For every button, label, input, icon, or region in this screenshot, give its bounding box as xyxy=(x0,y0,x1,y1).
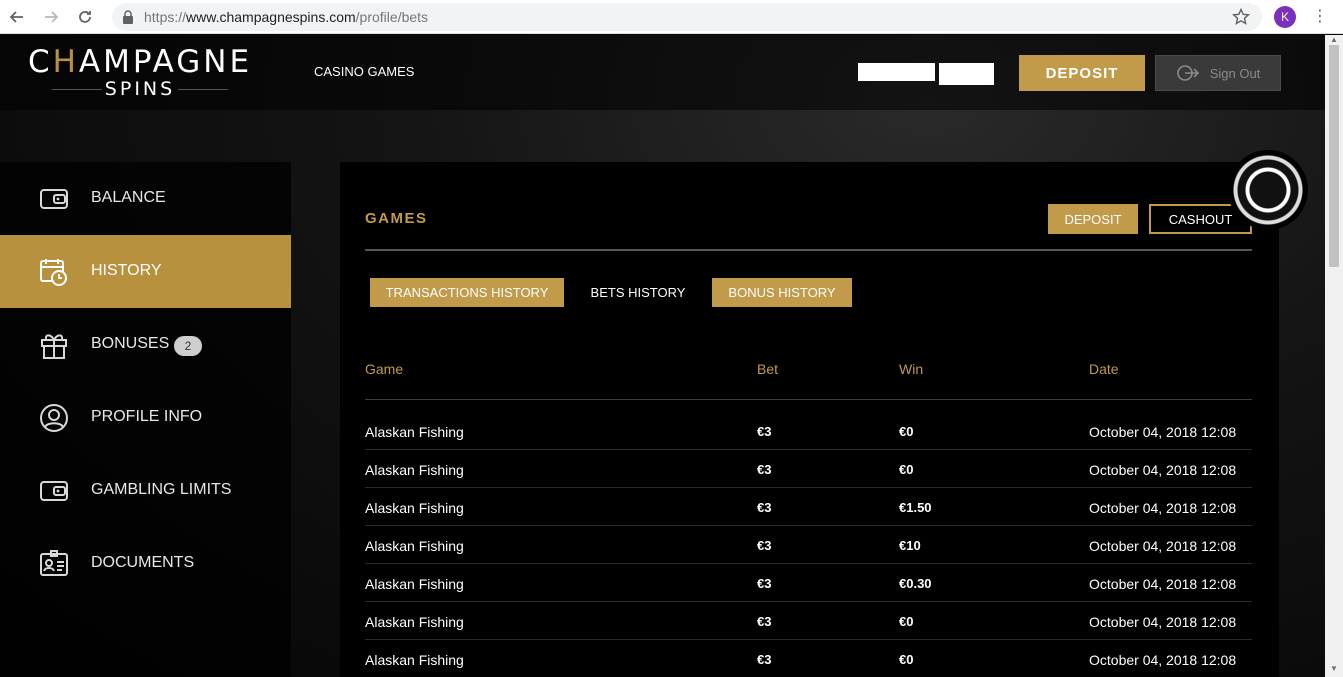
header-deposit-button[interactable]: DEPOSIT xyxy=(1019,55,1145,91)
page-scrollbar[interactable]: ▲ ▼ xyxy=(1325,35,1343,677)
cell-game: Alaskan Fishing xyxy=(365,462,464,478)
profile-avatar[interactable]: K xyxy=(1274,6,1296,28)
tab-bets-history[interactable]: BETS HISTORY xyxy=(580,278,696,307)
table-row: Alaskan Fishing €3 €0 October 04, 2018 1… xyxy=(365,602,1252,640)
cell-date: October 04, 2018 12:08 xyxy=(1089,462,1237,478)
logo-text-accent: H xyxy=(52,44,79,80)
cell-win: €1.50 xyxy=(899,500,932,515)
scroll-up-icon[interactable]: ▲ xyxy=(1329,36,1339,44)
cell-date: October 04, 2018 12:08 xyxy=(1089,500,1237,516)
tab-transactions-history[interactable]: TRANSACTIONS HISTORY xyxy=(370,278,564,307)
cell-win: €0 xyxy=(899,614,914,629)
cell-bet: €3 xyxy=(757,538,772,553)
table-row: Alaskan Fishing €3 €10 October 04, 2018 … xyxy=(365,526,1252,564)
sidebar-item-balance[interactable]: BALANCE xyxy=(0,162,291,235)
sign-out-icon xyxy=(1176,65,1199,81)
bonus-count-badge: 2 xyxy=(174,336,202,356)
panel-deposit-button[interactable]: DEPOSIT xyxy=(1048,204,1138,234)
table-row: Alaskan Fishing €3 €0 October 04, 2018 1… xyxy=(365,450,1252,488)
reload-icon[interactable] xyxy=(68,0,102,34)
column-header-win: Win xyxy=(899,361,924,377)
sidebar-item-bonuses[interactable]: BONUSES 2 xyxy=(0,308,291,381)
browser-menu-icon[interactable]: ⋮ xyxy=(1312,8,1328,26)
champagne-spins-logo[interactable]: CHAMPAGNE SPINS xyxy=(27,45,253,101)
table-row: Alaskan Fishing €3 €0 October 04, 2018 1… xyxy=(365,640,1252,677)
address-bar[interactable]: https://www.champagnespins.com/profile/b… xyxy=(112,3,1262,31)
calendar-clock-icon xyxy=(40,259,67,286)
browser-toolbar: https://www.champagnespins.com/profile/b… xyxy=(0,0,1343,34)
url-scheme: https:// xyxy=(144,9,187,25)
sidebar-item-profile-info[interactable]: PROFILE INFO xyxy=(0,381,291,454)
column-header-bet: Bet xyxy=(757,361,779,377)
scroll-thumb[interactable] xyxy=(1329,45,1339,267)
table-row: Alaskan Fishing €3 €0.30 October 04, 201… xyxy=(365,564,1252,602)
cell-game: Alaskan Fishing xyxy=(365,614,464,630)
cell-date: October 04, 2018 12:08 xyxy=(1089,576,1237,592)
cell-bet: €3 xyxy=(757,614,772,629)
cell-win: €0 xyxy=(899,652,914,667)
sidebar-item-documents[interactable]: DOCUMENTS xyxy=(0,527,291,600)
column-header-game: Game xyxy=(365,361,404,377)
wallet-icon xyxy=(40,189,68,209)
cell-game: Alaskan Fishing xyxy=(365,576,464,592)
cell-win: €10 xyxy=(899,538,921,553)
sidebar-item-label: BONUSES xyxy=(91,335,170,352)
sidebar-item-label: GAMBLING LIMITS xyxy=(91,481,232,498)
cell-game: Alaskan Fishing xyxy=(365,652,464,668)
table-row: Alaskan Fishing €3 €0 October 04, 2018 1… xyxy=(365,412,1252,450)
bookmark-star-icon[interactable] xyxy=(1232,8,1250,26)
cell-bet: €3 xyxy=(757,462,772,477)
lock-icon xyxy=(123,10,133,24)
nav-casino-games[interactable]: CASINO GAMES xyxy=(314,64,414,79)
cell-bet: €3 xyxy=(757,424,772,439)
cell-win: €0.30 xyxy=(899,576,932,591)
url-host: www.champagnespins.com xyxy=(186,9,356,25)
cell-date: October 04, 2018 12:08 xyxy=(1089,614,1237,630)
sidebar-item-gambling-limits[interactable]: GAMBLING LIMITS xyxy=(0,454,291,527)
panel-divider xyxy=(365,249,1252,251)
scroll-down-icon[interactable]: ▼ xyxy=(1329,665,1339,673)
cell-date: October 04, 2018 12:08 xyxy=(1089,424,1237,440)
site-header: CHAMPAGNE SPINS CASINO GAMES DEPOSIT Sig… xyxy=(0,35,1325,110)
wallet-icon xyxy=(40,481,68,501)
cell-game: Alaskan Fishing xyxy=(365,424,464,440)
back-icon[interactable] xyxy=(0,0,34,34)
site-body: CHAMPAGNE SPINS CASINO GAMES DEPOSIT Sig… xyxy=(0,35,1325,677)
logo-text-part: AMPAGNE xyxy=(78,44,253,80)
sign-out-label: Sign Out xyxy=(1209,65,1261,81)
cell-win: €0 xyxy=(899,462,914,477)
table-row: Alaskan Fishing €3 €1.50 October 04, 201… xyxy=(365,488,1252,526)
url-path: /profile/bets xyxy=(355,9,429,25)
redacted-balance xyxy=(939,63,994,85)
sidebar-item-label: PROFILE INFO xyxy=(91,408,203,425)
bets-history-panel: GAMES DEPOSIT CASHOUT TRANSACTIONS HISTO… xyxy=(340,162,1279,677)
cell-game: Alaskan Fishing xyxy=(365,500,464,516)
logo-subtext: SPINS xyxy=(27,79,253,99)
cell-bet: €3 xyxy=(757,500,772,515)
cell-bet: €3 xyxy=(757,652,772,667)
sidebar-item-label: DOCUMENTS xyxy=(91,554,195,571)
cell-date: October 04, 2018 12:08 xyxy=(1089,538,1237,554)
tab-bonus-history[interactable]: BONUS HISTORY xyxy=(712,278,852,307)
gift-icon xyxy=(41,334,67,359)
sidebar-item-history[interactable]: HISTORY xyxy=(0,235,291,308)
cell-date: October 04, 2018 12:08 xyxy=(1089,652,1237,668)
table-header-divider xyxy=(365,399,1252,400)
logo-text-part: C xyxy=(27,44,53,80)
cell-bet: €3 xyxy=(757,576,772,591)
cell-game: Alaskan Fishing xyxy=(365,538,464,554)
panel-title: GAMES xyxy=(365,210,428,227)
column-header-date: Date xyxy=(1089,361,1119,377)
cell-win: €0 xyxy=(899,424,914,439)
sign-out-button[interactable]: Sign Out xyxy=(1155,55,1281,91)
sidebar-item-label: BALANCE xyxy=(91,189,166,206)
user-icon xyxy=(40,404,68,432)
profile-sidebar: BALANCE HISTORY BONUSES 2 PROFILE INFO G… xyxy=(0,162,291,677)
id-card-icon xyxy=(40,550,68,576)
casino-chip-decoration xyxy=(1228,150,1308,230)
forward-icon[interactable] xyxy=(34,0,68,34)
sidebar-item-label: HISTORY xyxy=(91,262,162,279)
redacted-username xyxy=(858,63,935,81)
